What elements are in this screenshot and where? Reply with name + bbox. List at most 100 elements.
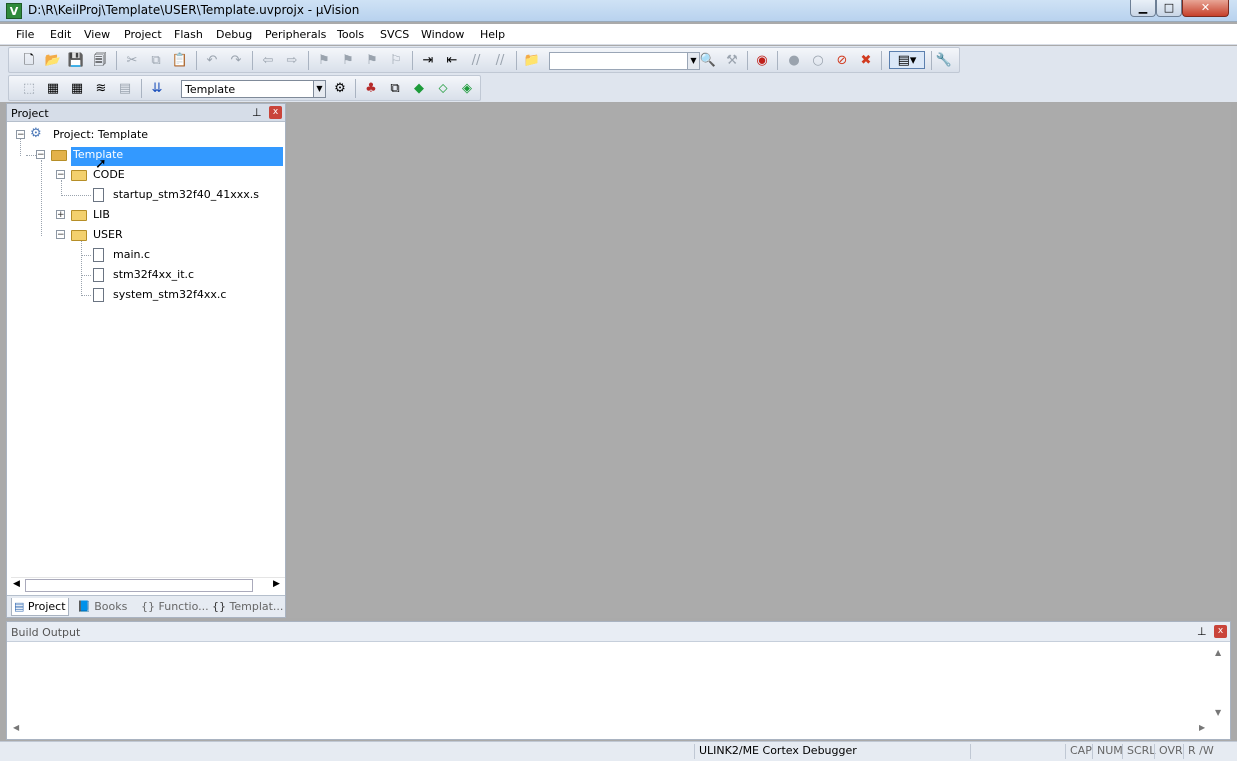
configure-icon[interactable]: 🔧 xyxy=(935,51,953,69)
cut-icon[interactable]: ✂ xyxy=(123,51,141,69)
expand-lib-toggle[interactable]: + xyxy=(56,210,65,220)
toolbar-separator xyxy=(777,51,778,70)
minimize-button[interactable]: ▁ xyxy=(1130,0,1156,17)
menu-flash[interactable]: Flash xyxy=(174,28,203,41)
menu-peripherals[interactable]: Peripherals xyxy=(265,28,326,41)
scroll-left-icon[interactable]: ◀ xyxy=(13,723,19,732)
status-bar: ULINK2/ME Cortex Debugger CAP NUM SCRL O… xyxy=(0,741,1237,761)
undo-icon[interactable]: ↶ xyxy=(203,51,221,69)
maximize-button[interactable]: □ xyxy=(1156,0,1182,17)
scroll-down-icon[interactable]: ▼ xyxy=(1215,708,1221,717)
scroll-right-icon[interactable]: ▶ xyxy=(273,579,280,589)
select-packs-icon[interactable]: ◆ xyxy=(410,79,428,97)
tree-file-main[interactable]: main.c xyxy=(113,248,150,261)
build-output-pane: Build Output ⊥ x ▲ ▼ ◀ ▶ xyxy=(6,621,1231,740)
pack-installer-icon[interactable]: ◈ xyxy=(458,79,476,97)
target-select[interactable]: Template ▼ xyxy=(181,80,326,98)
open-folder-icon[interactable]: 📂 xyxy=(44,51,62,69)
scrollbar-thumb[interactable] xyxy=(25,579,253,592)
close-window-button[interactable]: ✕ xyxy=(1182,0,1229,17)
menu-tools[interactable]: Tools xyxy=(337,28,364,41)
save-icon[interactable]: 💾 xyxy=(67,51,85,69)
target-options-icon[interactable]: ⚙ xyxy=(331,79,349,97)
build-output-header: Build Output ⊥ x xyxy=(7,622,1230,642)
toolbar-separator xyxy=(141,79,142,98)
disable-breakpoints-icon[interactable]: ⊘ xyxy=(833,51,851,69)
navigate-forward-icon[interactable]: ⇨ xyxy=(283,51,301,69)
tab-templates[interactable]: {} Templat... xyxy=(210,598,285,616)
menu-project[interactable]: Project xyxy=(124,28,162,41)
redo-icon[interactable]: ↷ xyxy=(227,51,245,69)
insert-breakpoint-icon[interactable]: ● xyxy=(785,51,803,69)
find-combo-box[interactable]: ▼ xyxy=(549,52,700,70)
close-icon[interactable]: x xyxy=(269,106,282,119)
target-folder-icon xyxy=(51,150,67,161)
collapse-target-toggle[interactable]: − xyxy=(36,150,45,160)
scroll-up-icon[interactable]: ▲ xyxy=(1215,648,1221,657)
status-cap: CAP xyxy=(1065,744,1092,759)
project-pane-tabs: ▤ Project 📘 Books {} Functio... {} Templ… xyxy=(7,595,285,617)
paste-icon[interactable]: 📋 xyxy=(171,51,189,69)
kill-breakpoints-icon[interactable]: ✖ xyxy=(857,51,875,69)
project-horizontal-scrollbar[interactable]: ◀ ▶ xyxy=(11,577,285,593)
templates-tab-icon: {} xyxy=(212,600,226,613)
collapse-user-toggle[interactable]: − xyxy=(56,230,65,240)
navigate-back-icon[interactable]: ⇦ xyxy=(259,51,277,69)
tree-file-it[interactable]: stm32f4xx_it.c xyxy=(113,268,194,281)
comment-icon[interactable]: // xyxy=(467,51,485,69)
tree-file-startup[interactable]: startup_stm32f40_41xxx.s xyxy=(113,188,259,201)
incremental-find-icon[interactable]: ⚒ xyxy=(723,51,741,69)
next-bookmark-icon[interactable]: ⚑ xyxy=(363,51,381,69)
build-icon[interactable]: ▦ xyxy=(44,79,62,97)
start-debug-icon[interactable]: ◉ xyxy=(753,51,771,69)
tab-functions[interactable]: {} Functio... xyxy=(139,598,211,616)
menu-help[interactable]: Help xyxy=(480,28,505,41)
new-file-icon[interactable]: 🗋 xyxy=(20,51,38,69)
menu-window[interactable]: Window xyxy=(421,28,464,41)
toolbar-separator xyxy=(308,51,309,70)
indent-icon[interactable]: ⇥ xyxy=(419,51,437,69)
tab-books[interactable]: 📘 Books xyxy=(75,598,129,616)
tab-books-label: Books xyxy=(94,600,128,613)
translate-icon[interactable]: ⬚ xyxy=(20,79,38,97)
chevron-down-icon[interactable]: ▼ xyxy=(687,53,699,69)
tree-group-lib[interactable]: LIB xyxy=(93,208,110,221)
insert-bookmark-icon[interactable]: ⚑ xyxy=(315,51,333,69)
enable-breakpoint-icon[interactable]: ○ xyxy=(809,51,827,69)
scroll-left-icon[interactable]: ◀ xyxy=(13,579,20,589)
clear-bookmarks-icon[interactable]: ⚐ xyxy=(387,51,405,69)
manage-project-items-icon[interactable]: ⧉ xyxy=(386,79,404,97)
stop-build-icon[interactable]: ▤ xyxy=(116,79,134,97)
collapse-project-toggle[interactable]: − xyxy=(16,130,25,140)
menu-debug[interactable]: Debug xyxy=(216,28,252,41)
tab-templates-label: Templat... xyxy=(229,600,284,613)
unindent-icon[interactable]: ⇤ xyxy=(443,51,461,69)
tab-project[interactable]: ▤ Project xyxy=(11,598,69,616)
window-layout-dropdown[interactable]: ▤▾ xyxy=(889,51,925,69)
copy-icon[interactable]: ⧉ xyxy=(147,51,165,69)
rebuild-icon[interactable]: ▦ xyxy=(68,79,86,97)
tree-group-user[interactable]: USER xyxy=(93,228,123,241)
editor-area[interactable] xyxy=(288,103,1231,618)
manage-run-time-environment-icon[interactable]: ⬦ xyxy=(434,79,452,97)
tree-file-system[interactable]: system_stm32f4xx.c xyxy=(113,288,226,301)
menu-edit[interactable]: Edit xyxy=(50,28,71,41)
collapse-code-toggle[interactable]: − xyxy=(56,170,65,180)
pin-icon[interactable]: ⊥ xyxy=(1197,625,1207,638)
pin-icon[interactable]: ⊥ xyxy=(252,106,262,119)
scroll-right-icon[interactable]: ▶ xyxy=(1199,723,1205,732)
menu-file[interactable]: File xyxy=(16,28,34,41)
find-icon[interactable]: 🔍 xyxy=(699,51,717,69)
download-load-icon[interactable]: ⇊ xyxy=(148,79,166,97)
save-all-icon[interactable]: 🗐 xyxy=(91,51,109,69)
file-extensions-icon[interactable]: ♣ xyxy=(362,79,380,97)
chevron-down-icon[interactable]: ▼ xyxy=(313,81,325,97)
tree-project-root[interactable]: Project: Template xyxy=(53,128,148,141)
menu-view[interactable]: View xyxy=(84,28,110,41)
close-icon[interactable]: x xyxy=(1214,625,1227,638)
uncomment-icon[interactable]: // xyxy=(491,51,509,69)
menu-svcs[interactable]: SVCS xyxy=(380,28,409,41)
batch-build-icon[interactable]: ≋ xyxy=(92,79,110,97)
find-in-files-icon[interactable]: 📁 xyxy=(523,51,541,69)
previous-bookmark-icon[interactable]: ⚑ xyxy=(339,51,357,69)
